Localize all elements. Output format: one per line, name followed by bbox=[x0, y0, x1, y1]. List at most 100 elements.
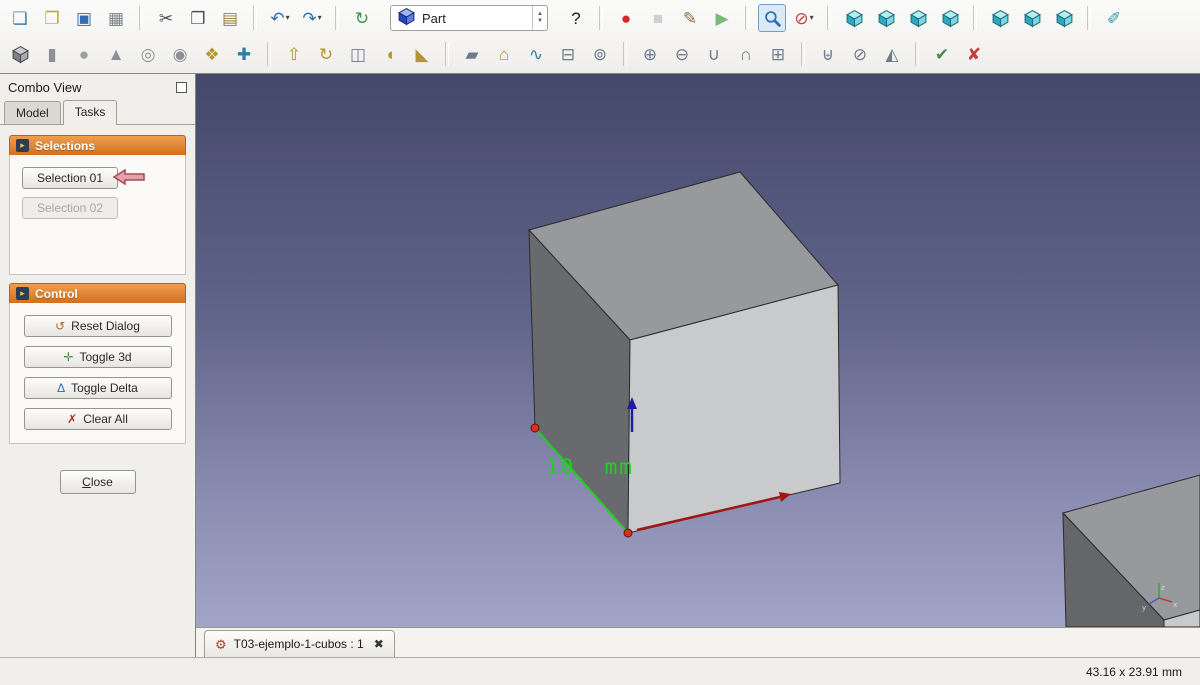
part-chamfer-icon[interactable]: ◣ bbox=[408, 40, 436, 68]
view-right-icon[interactable] bbox=[936, 4, 964, 32]
part-make-face-icon[interactable]: ▰ bbox=[458, 40, 486, 68]
part-cut-icon[interactable]: ⊖ bbox=[668, 40, 696, 68]
toolbar-separator bbox=[445, 42, 449, 66]
macro-record-icon[interactable]: ● bbox=[612, 4, 640, 32]
part-defeaturing-icon[interactable]: ✘ bbox=[960, 40, 988, 68]
part-split-icon[interactable]: ⊘ bbox=[846, 40, 874, 68]
toolbar-separator bbox=[623, 42, 627, 66]
refresh-icon[interactable]: ↻ bbox=[348, 4, 376, 32]
selection-button-2[interactable]: Selection 02 bbox=[22, 197, 118, 219]
task-section-icon: ▸ bbox=[16, 139, 29, 152]
toolbar-separator bbox=[1087, 6, 1091, 30]
print-icon[interactable]: ▦ bbox=[102, 4, 130, 32]
part-mirror-icon[interactable]: ◫ bbox=[344, 40, 372, 68]
part-torus-icon[interactable]: ◎ bbox=[134, 40, 162, 68]
open-file-icon[interactable]: ❐ bbox=[38, 4, 66, 32]
clear-all-button[interactable]: ✗ Clear All bbox=[24, 408, 172, 430]
macro-edit-icon[interactable]: ✎ bbox=[676, 4, 704, 32]
copy-icon[interactable]: ❒ bbox=[184, 4, 212, 32]
part-slice-icon[interactable]: ◭ bbox=[878, 40, 906, 68]
part-common-icon[interactable]: ∩ bbox=[732, 40, 760, 68]
part-cone-icon[interactable]: ▲ bbox=[102, 40, 130, 68]
toolbar-separator bbox=[267, 42, 271, 66]
view-axonometric-icon[interactable] bbox=[840, 4, 868, 32]
clear-all-icon: ✗ bbox=[67, 413, 77, 425]
combo-view-header: Combo View bbox=[0, 74, 195, 100]
macro-stop-icon[interactable]: ■ bbox=[644, 4, 672, 32]
undo-icon[interactable]: ↶▾ bbox=[266, 4, 294, 32]
part-box-icon[interactable] bbox=[6, 40, 34, 68]
workbench-dropdown-arrows[interactable]: ▲▼ bbox=[532, 6, 547, 30]
view-fit-all-icon[interactable] bbox=[758, 4, 786, 32]
toggle-delta-button[interactable]: Δ Toggle Delta bbox=[24, 377, 172, 399]
redo-icon[interactable]: ↷▾ bbox=[298, 4, 326, 32]
selections-section-header: ▸ Selections bbox=[9, 135, 186, 155]
part-sphere-icon[interactable]: ● bbox=[70, 40, 98, 68]
draw-style-dropdown-icon[interactable]: ▾ bbox=[810, 14, 814, 22]
toggle-delta-icon: Δ bbox=[57, 382, 65, 394]
toolbar-separator bbox=[827, 6, 831, 30]
save-file-icon[interactable]: ▣ bbox=[70, 4, 98, 32]
redo-dropdown-icon[interactable]: ▾ bbox=[318, 14, 322, 22]
toolbar-row-standard: ❏❐▣▦ ✂❒▤ ↶▾↷▾ ↻ Part▲▼? ●■✎▶ ⊘▾ ✐ bbox=[0, 0, 1200, 36]
part-tube-icon[interactable]: ◉ bbox=[166, 40, 194, 68]
viewport-column: 10 mm z x y ⚙ T03-ejemplo-1-cubos : 1 bbox=[196, 74, 1200, 657]
part-boolean-icon[interactable]: ⊕ bbox=[636, 40, 664, 68]
toggle-3d-button[interactable]: ✛Toggle 3d bbox=[24, 346, 172, 368]
3d-viewport-canvas[interactable]: 10 mm z x y bbox=[196, 74, 1200, 627]
second-cube bbox=[1063, 475, 1200, 627]
part-check-geometry-icon[interactable]: ✔ bbox=[928, 40, 956, 68]
cut-icon[interactable]: ✂ bbox=[152, 4, 180, 32]
part-extrude-icon[interactable]: ⇧ bbox=[280, 40, 308, 68]
freecad-window: ❏❐▣▦✂❒▤↶▾↷▾↻Part▲▼?●■✎▶⊘▾✐ ▮●▲◎◉❖✚⇧↻◫◖◣▰… bbox=[0, 0, 1200, 685]
part-union-icon[interactable]: ∪ bbox=[700, 40, 728, 68]
section-spacer bbox=[9, 275, 186, 283]
macro-execute-icon[interactable]: ▶ bbox=[708, 4, 736, 32]
reset-dialog-button[interactable]: ↺Reset Dialog bbox=[24, 315, 172, 337]
part-revolve-icon[interactable]: ↻ bbox=[312, 40, 340, 68]
view-top-icon[interactable] bbox=[904, 4, 932, 32]
toolbar-area: ❏❐▣▦✂❒▤↶▾↷▾↻Part▲▼?●■✎▶⊘▾✐ ▮●▲◎◉❖✚⇧↻◫◖◣▰… bbox=[0, 0, 1200, 74]
view-left-icon[interactable] bbox=[1050, 4, 1078, 32]
toggle-delta-label: Toggle Delta bbox=[71, 381, 138, 395]
view-bottom-icon[interactable] bbox=[1018, 4, 1046, 32]
document-tab[interactable]: ⚙ T03-ejemplo-1-cubos : 1 ✖ bbox=[204, 630, 395, 657]
part-cylinder-icon[interactable]: ▮ bbox=[38, 40, 66, 68]
document-tab-bar: ⚙ T03-ejemplo-1-cubos : 1 ✖ bbox=[196, 627, 1200, 657]
view-rear-icon[interactable] bbox=[986, 4, 1014, 32]
task-section-icon: ▸ bbox=[16, 287, 29, 300]
paste-icon[interactable]: ▤ bbox=[216, 4, 244, 32]
tab-tasks[interactable]: Tasks bbox=[63, 100, 118, 125]
axis-label-z: z bbox=[1161, 584, 1165, 592]
new-file-icon[interactable]: ❏ bbox=[6, 4, 34, 32]
part-shape-builder-icon[interactable]: ✚ bbox=[230, 40, 258, 68]
draw-style-icon[interactable]: ⊘▾ bbox=[790, 4, 818, 32]
part-section-icon[interactable]: ⊟ bbox=[554, 40, 582, 68]
3d-viewport[interactable]: 10 mm z x y bbox=[196, 74, 1200, 627]
workbench-selector[interactable]: Part▲▼ bbox=[390, 5, 548, 31]
part-connect-icon[interactable]: ⊎ bbox=[814, 40, 842, 68]
part-sweep-icon[interactable]: ∿ bbox=[522, 40, 550, 68]
toolbar-separator bbox=[745, 6, 749, 30]
close-button[interactable]: Close bbox=[60, 470, 136, 494]
part-fillet-icon[interactable]: ◖ bbox=[376, 40, 404, 68]
selections-section-title: Selections bbox=[35, 139, 95, 153]
part-compound-icon[interactable]: ⊞ bbox=[764, 40, 792, 68]
measurement-endpoint bbox=[531, 424, 539, 432]
panel-float-icon[interactable] bbox=[176, 82, 187, 93]
toolbar-row-part-tools: ▮●▲◎◉❖✚ ⇧↻◫◖◣ ▰⌂∿⊟⊚ ⊕⊖∪∩⊞ ⊎⊘◭ ✔✘ bbox=[0, 36, 1200, 72]
tab-model[interactable]: Model bbox=[4, 101, 61, 124]
measure-distance-icon[interactable]: ✐ bbox=[1100, 4, 1128, 32]
view-front-icon[interactable] bbox=[872, 4, 900, 32]
selection-button-1[interactable]: Selection 01 bbox=[22, 167, 118, 189]
toggle-3d-label: Toggle 3d bbox=[80, 350, 132, 364]
part-offset-icon[interactable]: ⊚ bbox=[586, 40, 614, 68]
whats-this-icon[interactable]: ? bbox=[562, 4, 590, 32]
highlight-arrow bbox=[112, 168, 146, 186]
undo-dropdown-icon[interactable]: ▾ bbox=[286, 14, 290, 22]
document-tab-close-icon[interactable]: ✖ bbox=[374, 637, 384, 651]
part-primitives-icon[interactable]: ❖ bbox=[198, 40, 226, 68]
dimensions-readout: 43.16 x 23.91 mm bbox=[1086, 665, 1182, 679]
part-loft-icon[interactable]: ⌂ bbox=[490, 40, 518, 68]
clear-all-label: Clear All bbox=[83, 412, 128, 426]
